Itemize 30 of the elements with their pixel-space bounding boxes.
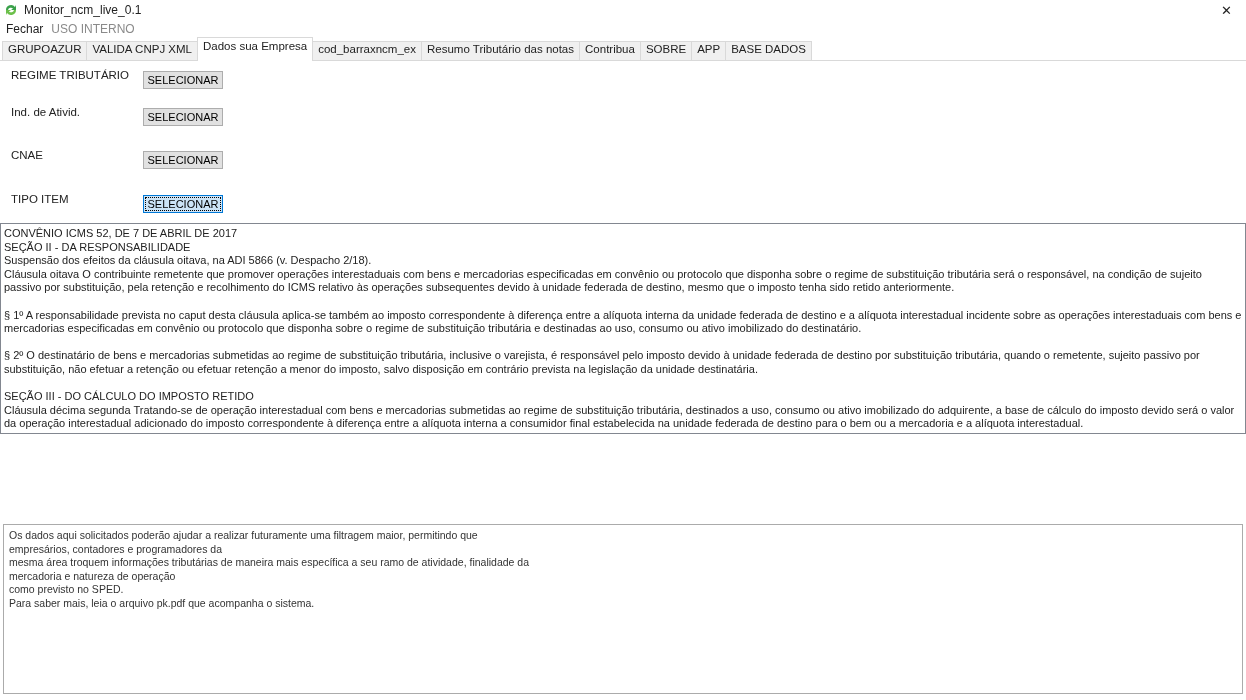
legal-paragraph: Cláusula oitava O contribuinte remetente que promover operações interestaduais com bens e mercadorias especificadas em convênio ou protocolo que disponha sobre o regime de substituição tributária será o responsável, na condição de sujeito passivo por substituição, pela retenção e recolhimento do ICMS relativo às operações subsequentes devido à unidade federada de destino, mesmo que o imposto tenha sido retido anteriormente. [4, 267, 1203, 295]
app-icon [4, 3, 18, 17]
tab[interactable]: GRUPOAZUR [2, 41, 88, 60]
tab[interactable]: BASE DADOS [725, 41, 812, 60]
close-button[interactable]: ✕ [1211, 2, 1242, 18]
legal-paragraph: CONVÊNIO ICMS 52, DE 7 DE ABRIL DE 2017 [4, 227, 239, 241]
legal-paragraph: § 2º O destinatário de bens e mercadorias submetidas ao regime de substituição tributária, inclusive o varejista, é responsável pelo imposto devido à unidade federada de destino por substituição tributária, quando o remetente, sujeito passivo por substituição, não efetuar a retenção ou efetuar retenção a menor do imposto, salvo disposição em contrário prevista na legislação da unidade destinatária. [4, 349, 1201, 377]
select-button[interactable]: SELECIONAR [143, 195, 223, 213]
field-label: CNAE [11, 149, 43, 161]
tab[interactable]: Dados sua Empresa [197, 37, 314, 61]
legal-paragraph: Cláusula décima segunda Tratando-se de operação interestadual com bens e mercadorias submetidas ao regime de substituição tributária, destinados a uso, consumo ou ativo imobilizado do adquirente, a base de cálculo do imposto devido será o valor da operação interestadual adicionado do imposto correspondente à diferença entre a alíquota interna a consumidor final estabelecida na unidade federada de destino para o bem ou a mercadoria e a alíquota interestadual. [4, 403, 1236, 431]
menu-item[interactable]: Fechar [2, 22, 48, 36]
tab[interactable]: APP [691, 41, 727, 60]
tab[interactable]: cod_barraxncm_ex [312, 41, 422, 60]
field-label: REGIME TRIBUTÁRIO [11, 69, 129, 81]
select-button[interactable]: SELECIONAR [143, 151, 223, 169]
window-title: Monitor_ncm_live_0.1 [24, 3, 143, 17]
tab[interactable]: SOBRE [639, 41, 693, 60]
field-label: TIPO ITEM [11, 193, 69, 205]
select-button[interactable]: SELECIONAR [143, 71, 223, 89]
legal-paragraph: § 1º A responsabilidade prevista no caput desta cláusula aplica-se também ao imposto correspondente à diferença entre a alíquota interna da unidade federada de destino e a alíquota interestadual incidente sobre as operações interestaduais com bens e mercadorias especificadas em convênio ou protocolo que disponha sobre o regime de substituição tributária e destinadas ao uso, consumo ou ativo imobilizado do destinatário. [4, 308, 1242, 336]
legal-paragraph: Suspensão dos efeitos da cláusula oitava, na ADI 5866 (v. Despacho 2/18). [4, 254, 373, 268]
tab[interactable]: Resumo Tributário das notas [421, 41, 581, 60]
legal-paragraph: SEÇÃO III - DO CÁLCULO DO IMPOSTO RETIDO [4, 390, 255, 404]
legal-paragraph: SEÇÃO II - DA RESPONSABILIDADE [4, 240, 192, 255]
tab[interactable]: Contribua [579, 41, 641, 60]
field-label: Ind. de Ativid. [11, 106, 81, 118]
info-text-area[interactable]: Os dados aqui solicitados poderão ajudar a realizar futuramente uma filtragem maior, permitindo que empresários, contadores e programadores da mesma área troquem informações tributárias de maneira mais específica a seu ramo de atividade, finalidade da mercadoria e natureza de operação como previsto no SPED. Para saber mais, leia o arquivo pk.pdf que acompanha o sistema. [3, 524, 1243, 694]
select-button[interactable]: SELECIONAR [143, 108, 223, 126]
tab[interactable]: VALIDA CNPJ XML [86, 41, 198, 60]
